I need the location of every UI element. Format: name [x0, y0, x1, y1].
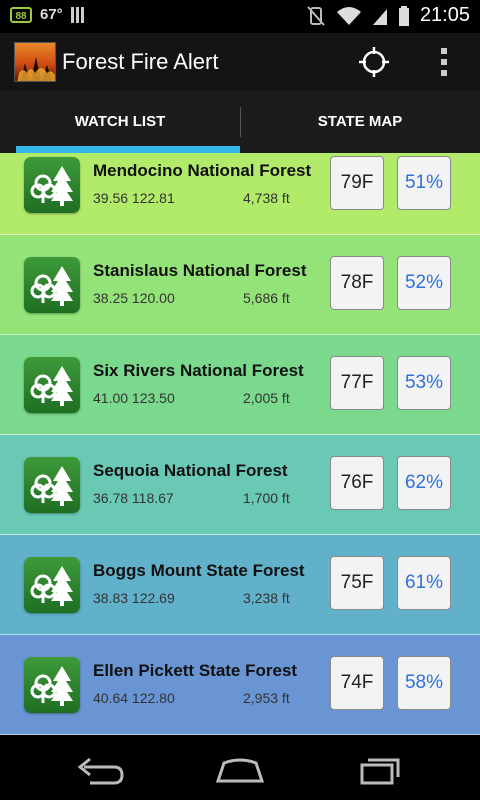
temperature-button[interactable]: 75F — [330, 556, 384, 610]
tab-state-map[interactable]: STATE MAP — [240, 91, 480, 153]
humidity-button[interactable]: 51% — [397, 156, 451, 210]
forest-list-item[interactable]: Sequoia National Forest 36.78 118.67 1,700… — [0, 435, 480, 535]
forest-coordinates: 40.64 122.80 — [93, 690, 175, 706]
status-bar: 88 67° 21:05 — [0, 0, 480, 33]
forest-name: Stanislaus National Forest — [93, 261, 307, 280]
forest-list-item[interactable]: Mendocino National Forest 39.56 122.81 4,7… — [0, 153, 480, 235]
recent-apps-button[interactable] — [350, 753, 410, 787]
forest-elevation: 1,700 ft — [243, 490, 290, 506]
vibrate-off-icon — [307, 5, 325, 26]
temperature-button[interactable]: 74F — [330, 656, 384, 710]
forest-coordinates: 38.83 122.69 — [93, 590, 175, 606]
forest-tree-icon — [30, 566, 73, 606]
home-button[interactable] — [210, 753, 270, 787]
forest-coordinates: 36.78 118.67 — [93, 490, 174, 506]
back-button[interactable] — [70, 753, 130, 787]
tab-watch-list[interactable]: WATCH LIST — [0, 91, 240, 153]
forest-elevation: 5,686 ft — [243, 290, 290, 306]
action-bar: Forest Fire Alert — [0, 33, 480, 91]
forest-list-item[interactable]: Stanislaus National Forest 38.25 120.00 5,… — [0, 235, 480, 335]
forest-elevation: 4,738 ft — [243, 190, 290, 206]
home-icon — [215, 758, 265, 783]
forest-list-item[interactable]: Six Rivers National Forest 41.00 123.50 2,… — [0, 335, 480, 435]
forest-tree-icon — [30, 266, 73, 306]
forest-tree-icon — [30, 366, 73, 406]
forest-fire-logo-icon — [14, 42, 56, 82]
forest-elevation: 3,238 ft — [243, 590, 290, 606]
temperature-button[interactable]: 77F — [330, 356, 384, 410]
forest-tree-icon — [30, 466, 73, 506]
wifi-icon — [336, 6, 361, 25]
forest-name: Boggs Mount State Forest — [93, 561, 305, 580]
forest-coordinates: 41.00 123.50 — [93, 390, 175, 406]
forest-tree-icon-tile — [24, 257, 80, 313]
signal-bars-icon — [70, 6, 84, 23]
recent-apps-icon — [360, 758, 400, 785]
selected-tab-indicator — [16, 146, 240, 153]
forest-tree-icon-tile — [24, 457, 80, 513]
humidity-button[interactable]: 52% — [397, 256, 451, 310]
forest-tree-icon — [30, 666, 73, 706]
forest-tree-icon — [30, 166, 73, 206]
overflow-menu-button[interactable] — [434, 45, 454, 79]
forest-tree-icon-tile — [24, 557, 80, 613]
forest-name: Sequoia National Forest — [93, 461, 288, 480]
humidity-button[interactable]: 58% — [397, 656, 451, 710]
tab-label: WATCH LIST — [74, 113, 166, 130]
more-vertical-icon — [441, 48, 447, 76]
forest-tree-icon-tile — [24, 357, 80, 413]
navigation-bar — [0, 741, 480, 800]
battery-icon — [398, 5, 409, 26]
forest-name: Six Rivers National Forest — [93, 361, 304, 380]
forest-coordinates: 38.25 120.00 — [93, 290, 175, 306]
tab-label: STATE MAP — [317, 113, 403, 130]
forest-list-item[interactable]: Boggs Mount State Forest 38.83 122.69 3,23… — [0, 535, 480, 635]
forest-name: Mendocino National Forest — [93, 161, 312, 180]
my-location-button[interactable] — [357, 45, 391, 79]
forest-elevation: 2,953 ft — [243, 690, 290, 706]
temperature-readout: 67° — [40, 6, 63, 23]
forest-elevation: 2,005 ft — [243, 390, 290, 406]
forest-tree-icon-tile — [24, 157, 80, 213]
tab-bar: WATCH LIST STATE MAP — [0, 91, 480, 153]
signal-strength-icon — [372, 8, 387, 25]
humidity-button[interactable]: 53% — [397, 356, 451, 410]
app-title: Forest Fire Alert — [62, 49, 219, 74]
forest-tree-icon-tile — [24, 657, 80, 713]
battery-badge-icon: 88 — [10, 6, 32, 23]
temperature-button[interactable]: 76F — [330, 456, 384, 510]
temperature-button[interactable]: 78F — [330, 256, 384, 310]
forest-name: Ellen Pickett State Forest — [93, 661, 298, 680]
crosshair-icon — [359, 47, 389, 77]
forest-list-item[interactable]: Ellen Pickett State Forest 40.64 122.80 2,… — [0, 635, 480, 735]
forest-watch-list[interactable]: Mendocino National Forest 39.56 122.81 4,7… — [0, 153, 480, 741]
clock: 21:05 — [419, 4, 470, 26]
temperature-button[interactable]: 79F — [330, 156, 384, 210]
back-icon — [77, 757, 124, 785]
humidity-button[interactable]: 61% — [397, 556, 451, 610]
forest-coordinates: 39.56 122.81 — [93, 190, 175, 206]
humidity-button[interactable]: 62% — [397, 456, 451, 510]
